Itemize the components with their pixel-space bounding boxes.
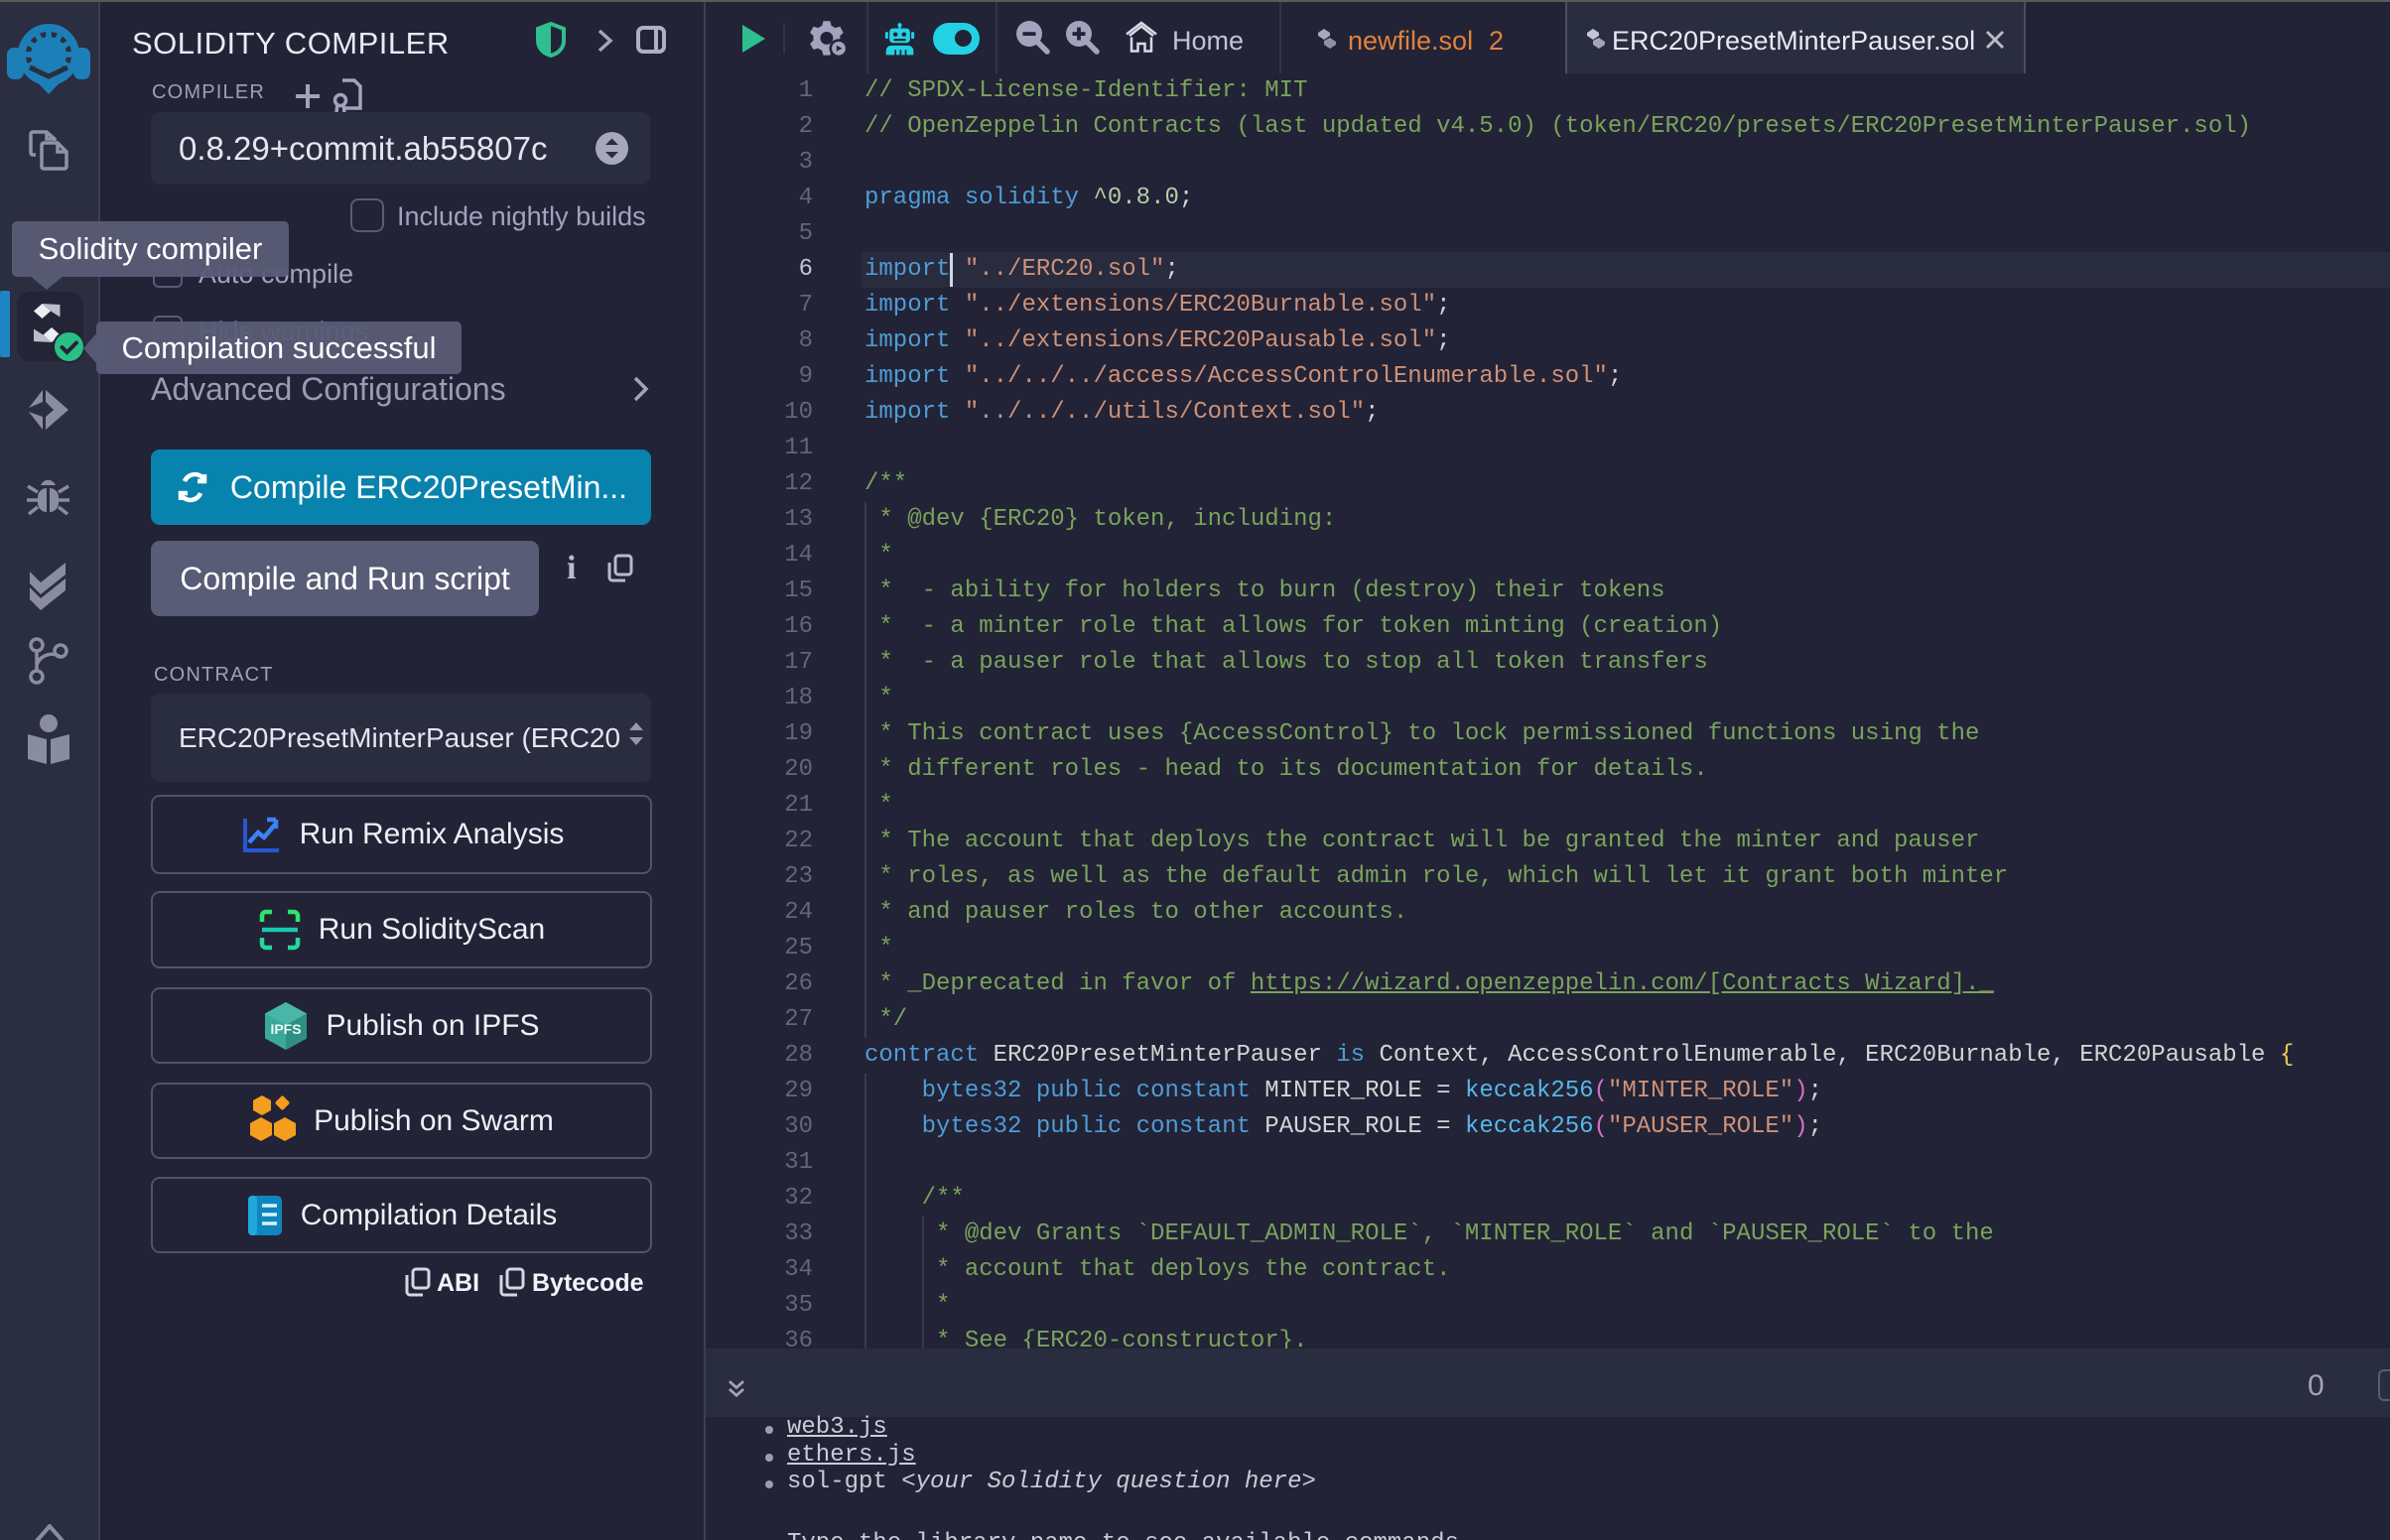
svg-text:IPFS: IPFS xyxy=(271,1021,302,1037)
